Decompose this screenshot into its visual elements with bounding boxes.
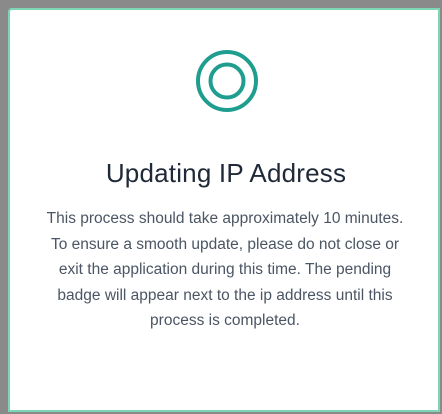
radio-target-icon [196, 50, 258, 112]
dialog-title: Updating IP Address [105, 158, 347, 188]
update-ip-dialog: Updating IP Address This process should … [8, 8, 440, 412]
dialog-message: This process should take approximately 1… [46, 210, 404, 329]
